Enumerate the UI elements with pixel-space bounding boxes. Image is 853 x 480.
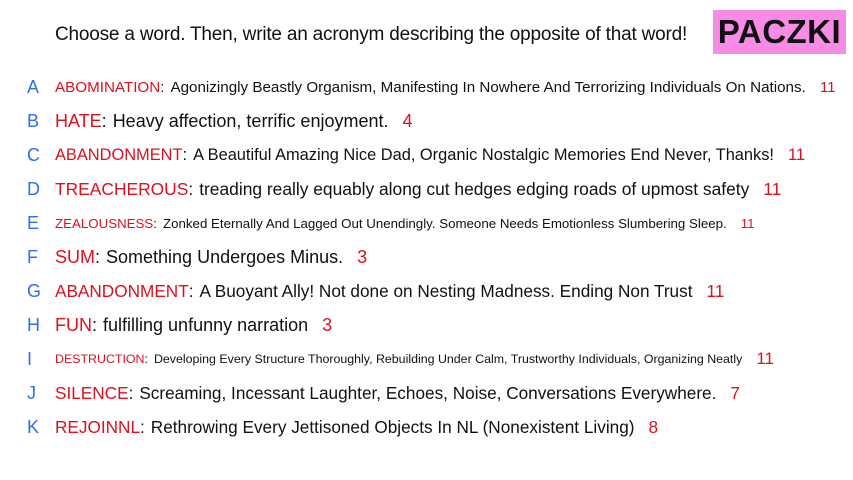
- answer-colon: :: [128, 382, 134, 403]
- answer-letter: K: [27, 417, 40, 437]
- answer-acronym: A Beautiful Amazing Nice Dad, Organic No…: [193, 145, 774, 164]
- brand-badge: PACZKI: [713, 10, 846, 54]
- answer-word: SILENCE: [55, 382, 129, 403]
- answer-row-d: D TREACHEROUS : treading really equably …: [0, 172, 853, 206]
- answer-row-b: B HATE : Heavy affection, terrific enjoy…: [0, 104, 853, 138]
- answer-word: SUM: [55, 246, 95, 267]
- answer-word: DESTRUCTION: [55, 352, 145, 366]
- answer-letter: E: [27, 213, 40, 233]
- answer-row-h: H FUN : fulfilling unfunny narration 3: [0, 308, 853, 342]
- answer-acronym: treading really equably along cut hedges…: [199, 178, 750, 199]
- answer-word: ZEALOUSNESS: [55, 215, 154, 231]
- answer-acronym: Something Undergoes Minus.: [106, 246, 344, 267]
- answer-word: ABANDONMENT: [55, 145, 183, 164]
- answer-letter: J: [27, 383, 36, 403]
- answer-acronym: fulfilling unfunny narration: [103, 314, 309, 335]
- answer-word: REJOINNL: [55, 416, 140, 437]
- prompt-heading: Choose a word. Then, write an acronym de…: [55, 24, 688, 45]
- answer-letter: A: [27, 77, 40, 97]
- answer-acronym: A Buoyant Ally! Not done on Nesting Madn…: [199, 280, 693, 301]
- answer-row-f: F SUM : Something Undergoes Minus. 3: [0, 240, 853, 274]
- answer-count: 4: [402, 110, 413, 131]
- answer-letter: H: [27, 315, 40, 335]
- answer-row-j: J SILENCE : Screaming, Incessant Laughte…: [0, 376, 853, 410]
- answer-colon: :: [140, 416, 145, 437]
- answer-count: 8: [648, 416, 659, 437]
- answer-row-k: K REJOINNL : Rethrowing Every Jettisoned…: [0, 410, 853, 444]
- answer-word: TREACHEROUS: [55, 178, 189, 199]
- answer-colon: :: [153, 215, 157, 231]
- answer-colon: :: [101, 110, 107, 131]
- answer-colon: :: [182, 145, 188, 164]
- answer-acronym: Heavy affection, terrific enjoyment.: [112, 110, 389, 131]
- answer-acronym: Developing Every Structure Thoroughly, R…: [153, 352, 743, 366]
- answer-count: 3: [357, 246, 368, 267]
- answer-count: 11: [787, 145, 805, 164]
- answer-colon: :: [188, 280, 194, 301]
- answer-acronym: Screaming, Incessant Laughter, Echoes, N…: [139, 382, 717, 403]
- answer-colon: :: [144, 352, 148, 366]
- answer-acronym: Rethrowing Every Jettisoned Objects In N…: [150, 416, 635, 437]
- answer-letter: D: [27, 179, 40, 199]
- answer-colon: :: [92, 314, 98, 335]
- answer-row-a: A ABOMINATION : Agonizingly Beastly Orga…: [0, 70, 853, 104]
- answer-word: FUN: [55, 314, 92, 335]
- answer-acronym: Agonizingly Beastly Organism, Manifestin…: [170, 78, 806, 96]
- answer-colon: :: [95, 246, 101, 267]
- answer-colon: :: [160, 78, 165, 96]
- answer-letter: F: [27, 247, 38, 267]
- answer-letter: B: [27, 111, 40, 131]
- answer-count: 11: [763, 178, 782, 199]
- answer-word: ABOMINATION: [55, 78, 161, 96]
- answer-colon: :: [188, 178, 194, 199]
- answer-word: ABANDONMENT: [55, 280, 189, 301]
- answer-count: 3: [322, 314, 333, 335]
- answer-row-c: C ABANDONMENT : A Beautiful Amazing Nice…: [0, 138, 853, 172]
- answer-count: 7: [730, 382, 740, 403]
- answer-acronym: Zonked Eternally And Lagged Out Unending…: [162, 215, 727, 231]
- answer-letter: C: [27, 145, 40, 165]
- answer-count: 11: [740, 215, 755, 231]
- answer-count: 11: [706, 280, 725, 301]
- answer-word: HATE: [55, 110, 102, 131]
- answer-row-i: I DESTRUCTION : Developing Every Structu…: [0, 342, 853, 376]
- answer-row-g: G ABANDONMENT : A Buoyant Ally! Not done…: [0, 274, 853, 308]
- answer-row-e: E ZEALOUSNESS : Zonked Eternally And Lag…: [0, 206, 853, 240]
- answer-letter: G: [27, 281, 42, 301]
- answer-count: 11: [756, 349, 774, 368]
- answer-count: 11: [819, 78, 836, 96]
- answer-letter: I: [27, 349, 33, 369]
